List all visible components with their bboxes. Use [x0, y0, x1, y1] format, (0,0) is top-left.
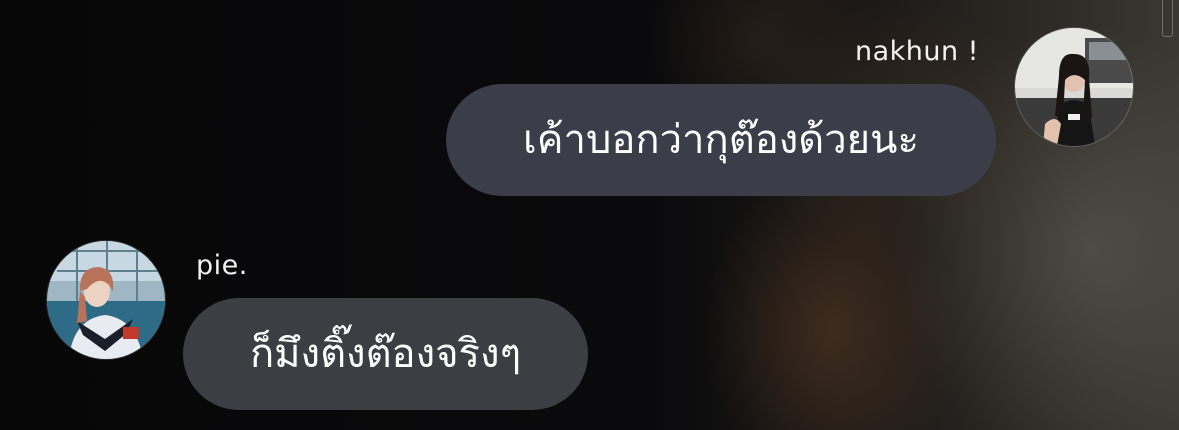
sender-name-pie: pie. [196, 250, 248, 281]
scroll-indicator[interactable] [1162, 0, 1173, 37]
message-bubble-outgoing[interactable]: เค้าบอกว่ากุต๊องด้วยนะ [446, 84, 996, 196]
message-text: เค้าบอกว่ากุต๊องด้วยนะ [523, 117, 919, 163]
message-bubble-incoming[interactable]: ก็มึงติ๊งต๊องจริงๆ [183, 298, 588, 410]
avatar-photo-icon [47, 241, 165, 359]
avatar-photo-icon [1015, 28, 1133, 146]
sender-avatar-nakhun[interactable] [1014, 27, 1134, 147]
sender-avatar-pie[interactable] [46, 240, 166, 360]
sender-name-nakhun: nakhun ! [854, 36, 979, 67]
chat-background [0, 0, 1179, 430]
message-text: ก็มึงติ๊งต๊องจริงๆ [249, 331, 522, 377]
